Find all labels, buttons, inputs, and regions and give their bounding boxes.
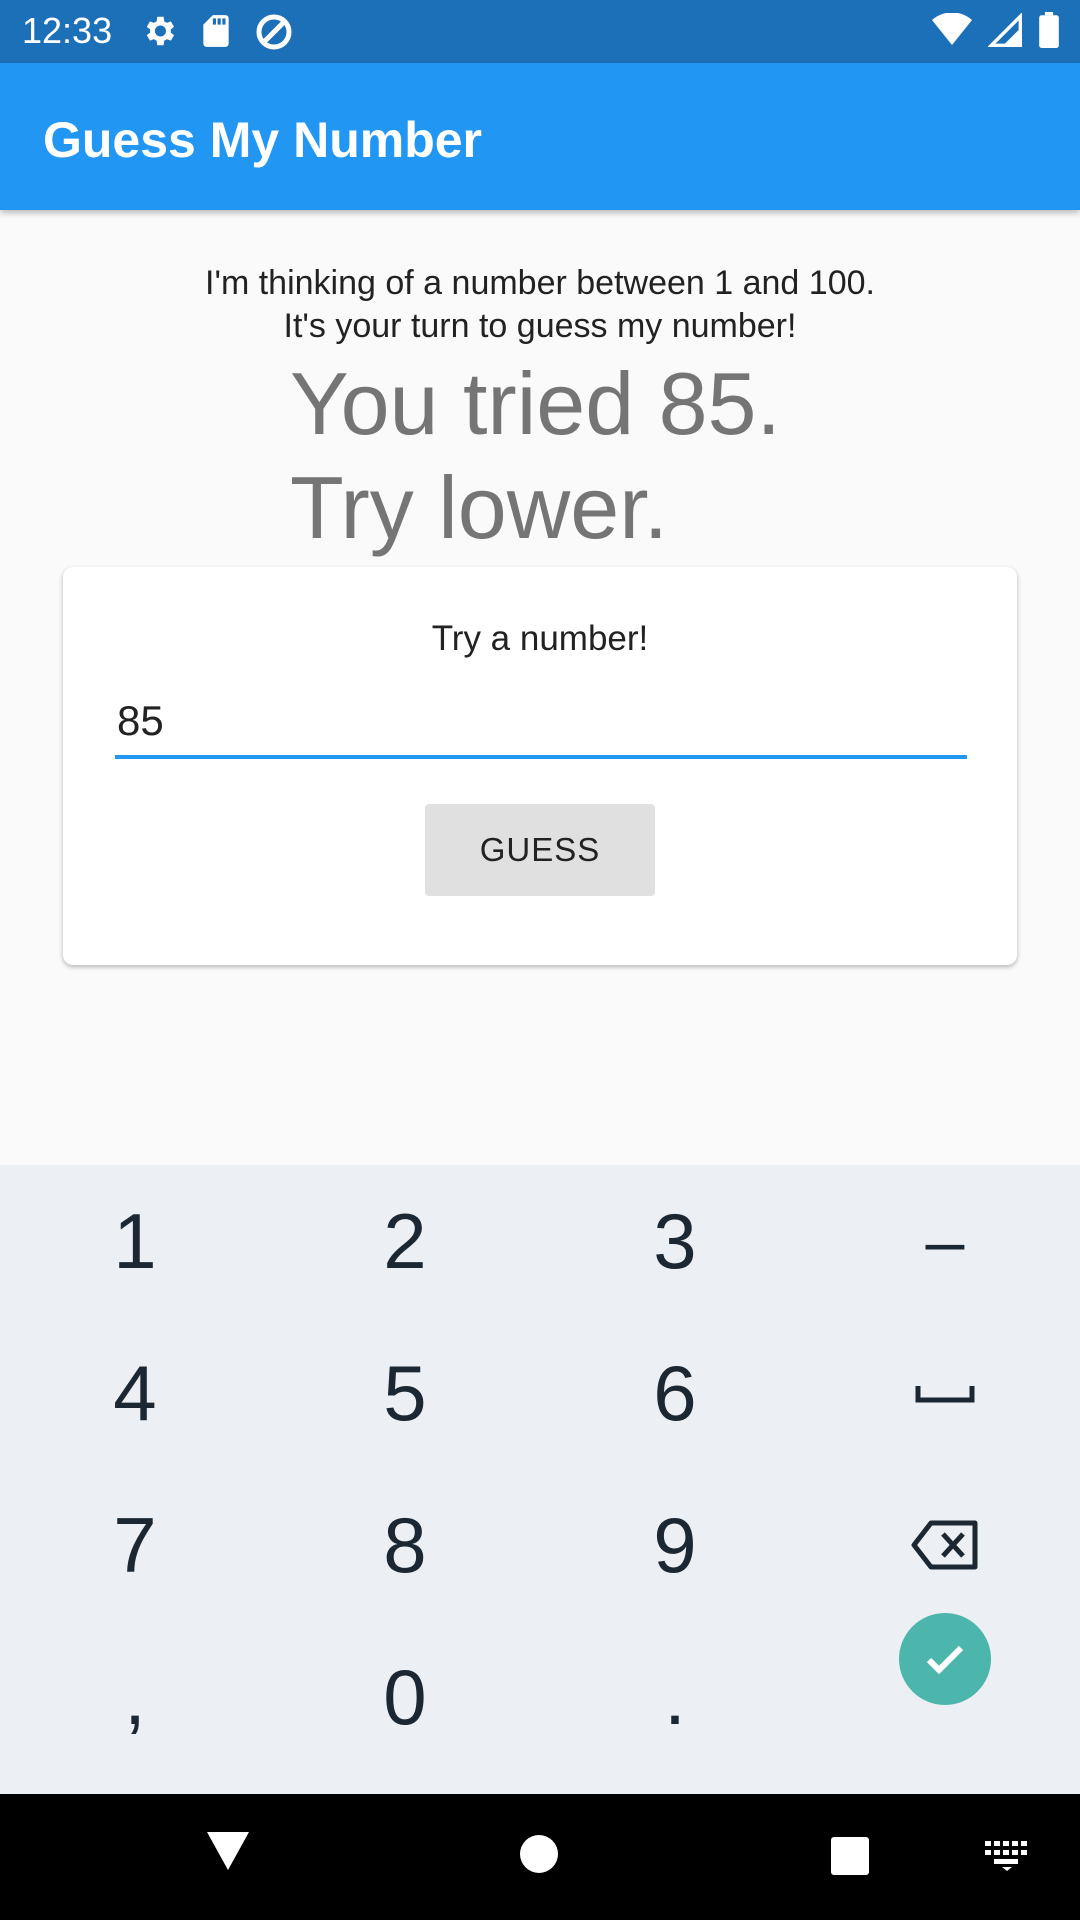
- status-time: 12:33: [22, 10, 113, 51]
- intro-line-2: It's your turn to guess my number!: [283, 307, 797, 345]
- battery-icon: [1038, 12, 1060, 48]
- intro-text: I'm thinking of a number between 1 and 1…: [0, 262, 1080, 348]
- app-title: Guess My Number: [43, 112, 483, 168]
- guess-card: Try a number! GUESS: [63, 567, 1017, 965]
- cell-signal-icon: [988, 13, 1022, 47]
- status-bar: 12:33: [0, 0, 1080, 63]
- navigation-bar: [0, 1794, 1080, 1920]
- card-label: Try a number!: [431, 619, 649, 658]
- key-2[interactable]: 2: [270, 1165, 540, 1317]
- backspace-icon: [911, 1520, 978, 1570]
- status-right-icons: [932, 12, 1060, 48]
- key-9[interactable]: 9: [540, 1469, 810, 1621]
- back-icon[interactable]: [205, 1830, 251, 1877]
- key-6[interactable]: 6: [540, 1317, 810, 1469]
- space-key[interactable]: [810, 1317, 1080, 1469]
- key-4[interactable]: 4: [0, 1317, 270, 1469]
- key-comma[interactable]: ,: [0, 1621, 270, 1773]
- result-line-2: Try lower.: [290, 458, 669, 557]
- keyboard-switch-icon[interactable]: [985, 1841, 1029, 1876]
- key-7[interactable]: 7: [0, 1469, 270, 1621]
- key-1[interactable]: 1: [0, 1165, 270, 1317]
- app-bar: Guess My Number: [0, 63, 1080, 210]
- numeric-keyboard: 1 2 3 – 4 5 6 7 8 9 , 0 .: [0, 1165, 1080, 1794]
- key-3[interactable]: 3: [540, 1165, 810, 1317]
- key-5[interactable]: 5: [270, 1317, 540, 1469]
- done-circle: [899, 1613, 991, 1705]
- check-icon: [926, 1645, 964, 1675]
- key-8[interactable]: 8: [270, 1469, 540, 1621]
- space-icon: [915, 1386, 975, 1403]
- result-text: You tried 85. Try lower.: [290, 352, 781, 560]
- recents-icon[interactable]: [830, 1836, 870, 1881]
- backspace-key[interactable]: [810, 1469, 1080, 1621]
- guess-button[interactable]: GUESS: [425, 804, 655, 896]
- status-left-icons: [140, 12, 294, 52]
- wifi-icon: [932, 13, 972, 47]
- intro-line-1: I'm thinking of a number between 1 and 1…: [205, 264, 875, 302]
- result-line-1: You tried 85.: [290, 354, 781, 453]
- sd-card-icon: [198, 12, 234, 52]
- home-icon[interactable]: [519, 1834, 559, 1879]
- guess-input[interactable]: [115, 687, 967, 759]
- key-0[interactable]: 0: [270, 1621, 540, 1773]
- settings-icon: [140, 12, 178, 52]
- screen: 12:33 Guess My Number I'm thinking of a …: [0, 0, 1080, 1920]
- data-saver-icon: [254, 12, 294, 52]
- key-minus[interactable]: –: [810, 1165, 1080, 1317]
- done-key[interactable]: [810, 1613, 1080, 1773]
- key-period[interactable]: .: [540, 1621, 810, 1773]
